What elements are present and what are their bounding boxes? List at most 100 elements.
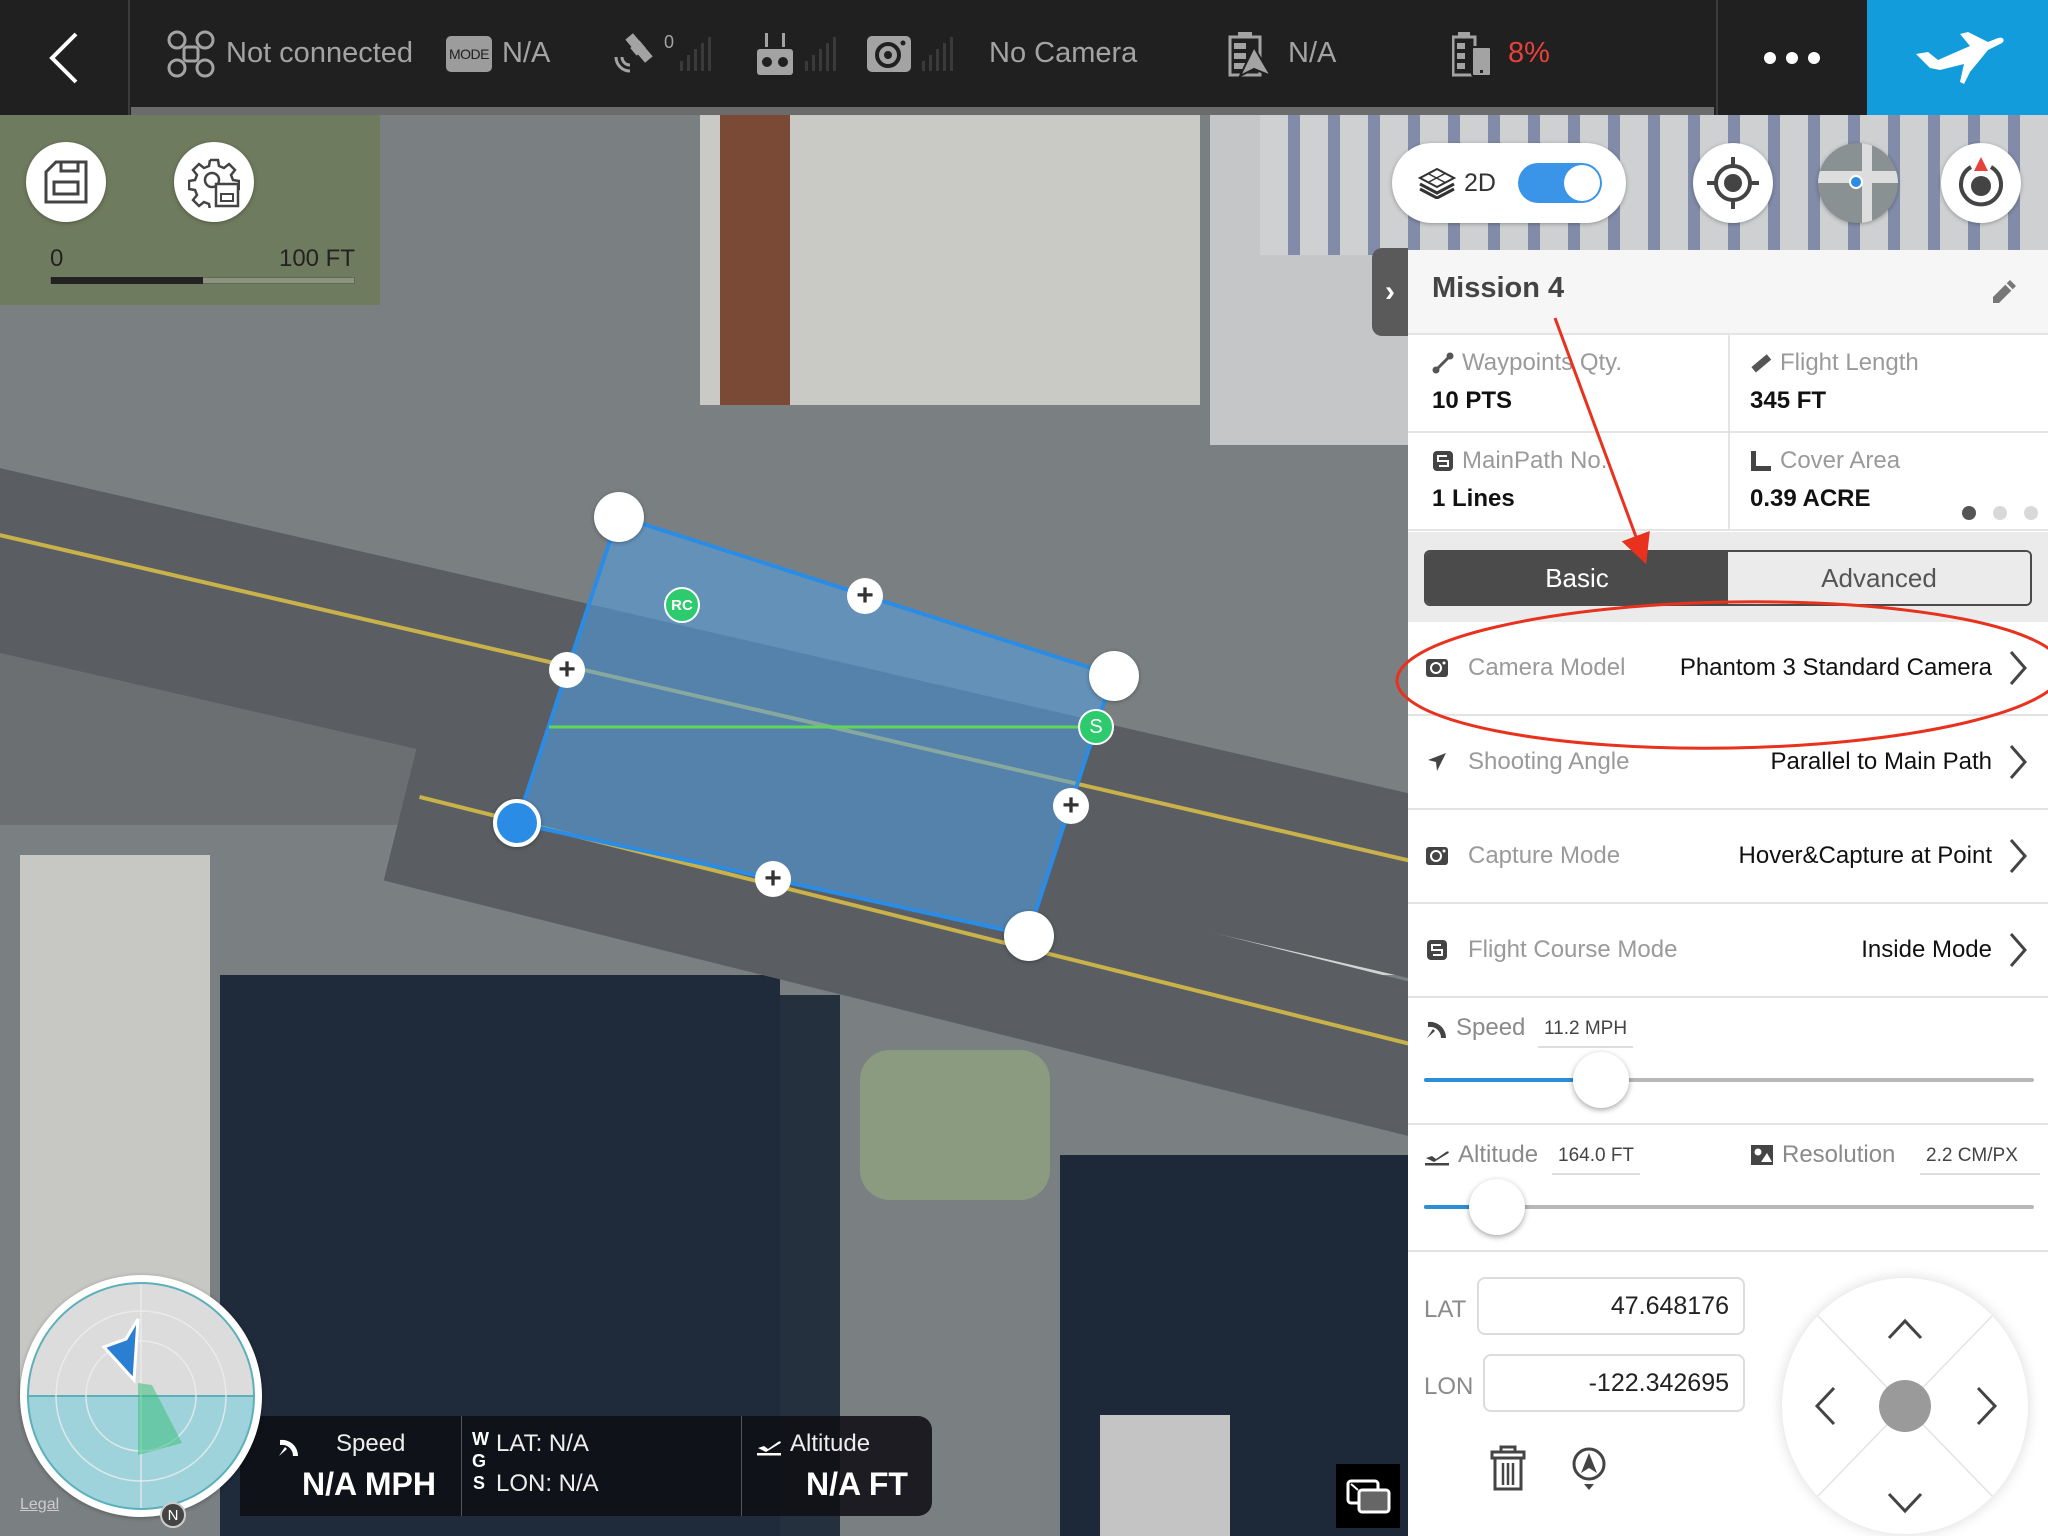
altitude-setting: Altitude 164.0 FT Resolution 2.2 CM/PX [1408,1125,2048,1252]
stat-label: Cover Area [1780,447,1901,474]
speed-slider[interactable] [1424,1052,2034,1108]
add-vertex-button[interactable]: + [755,861,791,897]
gps-status[interactable]: 0 [610,0,712,107]
add-vertex-button[interactable]: + [1053,788,1089,824]
location-dot-icon [1849,175,1863,189]
crosshair-icon [1707,157,1759,209]
dot-icon [1764,51,1776,64]
scale-end-label: 100 FT [278,245,355,272]
telemetry-lat: LAT: N/A [496,1430,589,1457]
more-options-button[interactable] [1716,0,1866,115]
gps-count: 0 [664,32,675,52]
map-type-button[interactable] [1818,143,1898,223]
aircraft-battery-value: N/A [1288,37,1337,69]
speedometer-icon [279,1439,299,1456]
setting-flight-course-mode[interactable]: Flight Course Mode Inside Mode [1408,904,2048,998]
polygon-vertex-handle[interactable] [594,492,644,542]
rc-marker: RC [664,587,700,623]
stat-mainpath: MainPath No. 1 Lines [1408,433,1728,531]
takeoff-icon [757,1441,781,1456]
altitude-label: Altitude [1458,1141,1539,1168]
start-waypoint-marker[interactable]: S [1078,709,1114,745]
polygon-vertex-handle[interactable] [1004,911,1054,961]
chevron-right-icon [2009,651,2027,685]
view-mode-switch[interactable] [1517,163,1602,203]
nudge-center-button[interactable] [1879,1380,1931,1432]
lat-input[interactable] [1477,1277,1745,1335]
navigate-to-point-button[interactable] [1570,1446,1610,1496]
lon-label: LON [1424,1373,1474,1400]
tab-advanced[interactable]: Advanced [1728,552,2030,604]
altitude-value[interactable]: 164.0 FT [1552,1139,1641,1175]
fly-button[interactable] [1867,0,2048,115]
remote-controller-status[interactable] [755,0,836,107]
telemetry-speed-label: Speed [336,1430,406,1457]
mission-settings-button[interactable] [174,142,254,222]
device-battery-icon [1452,31,1492,77]
stat-value: 345 FT [1750,387,1827,414]
chevron-right-icon [2009,745,2027,779]
locate-me-button[interactable] [1693,143,1773,223]
course-icon [1427,940,1447,960]
collapse-panel-button[interactable]: › [1372,248,1408,336]
aircraft-battery-icon [1228,31,1272,77]
speed-setting: Speed 11.2 MPH [1408,998,2048,1125]
takeoff-icon [1425,1151,1449,1166]
setting-camera-model[interactable]: Camera Model Phantom 3 Standard Camera [1408,622,2048,716]
lon-input[interactable] [1483,1354,1745,1412]
setting-value: Parallel to Main Path [1770,748,1992,775]
add-vertex-button[interactable]: + [549,652,585,688]
panel-header: Mission 4 [1408,250,2048,335]
speed-value[interactable]: 11.2 MPH [1538,1012,1634,1048]
map-layers-icon [1418,167,1456,199]
telemetry-position: WGS LAT: N/A LON: N/A [462,1416,742,1516]
edit-title-button[interactable] [1988,276,2020,308]
resolution-label: Resolution [1782,1141,1896,1168]
map-orientation-button[interactable] [1941,143,2021,223]
stat-value: 10 PTS [1432,387,1513,414]
device-battery-value: 8% [1508,37,1550,69]
attitude-compass[interactable]: N [20,1275,262,1528]
chevron-right-icon [1976,1386,1998,1426]
setting-shooting-angle[interactable]: Shooting Angle Parallel to Main Path [1408,716,2048,810]
aircraft-connection-status[interactable]: Not connected [166,0,413,107]
waypoint-icon [1432,352,1454,374]
device-battery-status[interactable]: 8% [1452,0,1550,107]
nudge-left-button[interactable] [1800,1381,1850,1431]
polygon-vertex-handle-selected[interactable] [493,799,541,847]
setting-value: Phantom 3 Standard Camera [1679,654,1992,681]
delete-waypoint-button[interactable] [1490,1445,1530,1495]
page-dot[interactable] [1993,506,2007,520]
wgs-label: WGS [472,1429,489,1493]
floppy-disk-icon [44,160,88,204]
telemetry-altitude-value: N/A FT [806,1466,908,1502]
drone-icon [167,30,215,77]
legal-link[interactable]: Legal [20,1496,59,1514]
back-button[interactable] [0,0,130,115]
setting-label: Flight Course Mode [1468,936,1678,963]
nudge-right-button[interactable] [1962,1381,2012,1431]
airplane-icon [1915,31,2004,84]
stat-label: MainPath No. [1462,447,1608,474]
camera-icon [1426,847,1448,865]
camera-status[interactable]: No Camera [866,0,1137,107]
remote-controller-icon [757,32,793,75]
mission-title: Mission 4 [1432,272,1565,304]
setting-label: Shooting Angle [1468,748,1630,775]
flight-mode-status[interactable]: MODE N/A [446,0,550,107]
page-dot[interactable] [2024,506,2038,520]
aircraft-battery-status[interactable]: N/A [1228,0,1336,107]
tab-basic[interactable]: Basic [1426,552,1728,604]
polygon-vertex-handle[interactable] [1089,651,1139,701]
nudge-down-button[interactable] [1880,1478,1930,1528]
speed-slider-thumb[interactable] [1572,1052,1629,1108]
map-view-toggle[interactable]: 2D [1392,143,1626,223]
save-mission-button[interactable] [26,142,106,222]
altitude-slider-thumb[interactable] [1469,1179,1526,1235]
page-dot[interactable] [1962,506,1976,520]
nudge-up-button[interactable] [1880,1304,1930,1354]
altitude-slider[interactable] [1424,1179,2034,1235]
setting-capture-mode[interactable]: Capture Mode Hover&Capture at Point [1408,810,2048,904]
add-vertex-button[interactable]: + [847,578,883,614]
switch-view-button[interactable] [1336,1464,1400,1528]
